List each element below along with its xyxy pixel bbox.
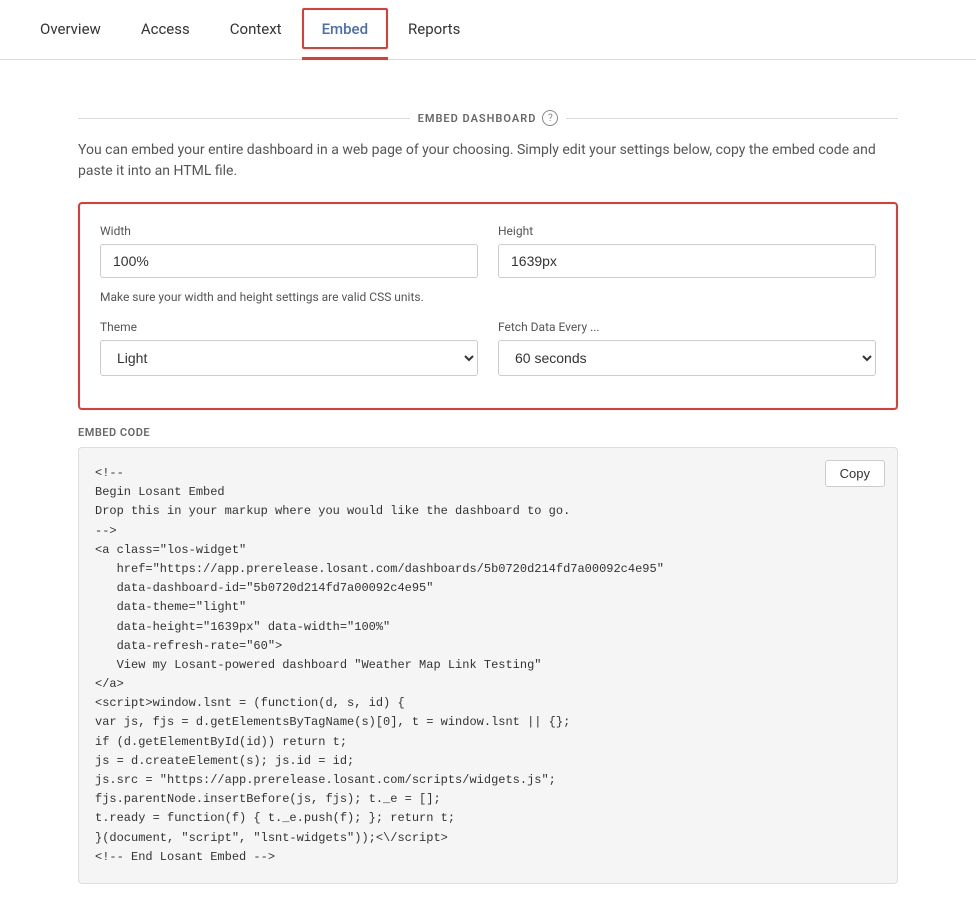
fetch-label: Fetch Data Every ... [498,320,876,334]
height-input[interactable] [498,244,876,278]
top-navigation: Overview Access Context Embed Reports [0,0,976,60]
embed-code-content: <!-- Begin Losant Embed Drop this in you… [95,464,881,867]
width-label: Width [100,224,478,238]
embed-code-box: Copy <!-- Begin Losant Embed Drop this i… [78,447,898,884]
nav-item-reports[interactable]: Reports [388,0,480,60]
help-icon[interactable]: ? [542,110,558,126]
section-title: EMBED DASHBOARD [418,112,537,125]
height-label: Height [498,224,876,238]
theme-label: Theme [100,320,478,334]
fetch-select[interactable]: Never 30 seconds 60 seconds 5 minutes 10… [498,340,876,376]
theme-group: Theme Light Dark [100,320,478,376]
width-input[interactable] [100,244,478,278]
theme-fetch-row: Theme Light Dark Fetch Data Every ... Ne… [100,320,876,376]
height-group: Height [498,224,876,278]
nav-item-overview[interactable]: Overview [20,0,121,60]
main-content: EMBED DASHBOARD ? You can embed your ent… [38,60,938,904]
validation-message: Make sure your width and height settings… [100,290,876,304]
settings-box: Width Height Make sure your width and he… [78,202,898,410]
embed-description: You can embed your entire dashboard in a… [78,140,898,182]
width-group: Width [100,224,478,278]
title-line-right [566,118,898,119]
theme-select[interactable]: Light Dark [100,340,478,376]
embed-code-label: Embed Code [78,426,898,439]
nav-item-access[interactable]: Access [121,0,210,60]
nav-item-context[interactable]: Context [210,0,302,60]
dimensions-row: Width Height [100,224,876,278]
nav-item-embed[interactable]: Embed [302,0,388,60]
fetch-group: Fetch Data Every ... Never 30 seconds 60… [498,320,876,376]
copy-button[interactable]: Copy [825,460,885,487]
title-line-left [78,118,410,119]
